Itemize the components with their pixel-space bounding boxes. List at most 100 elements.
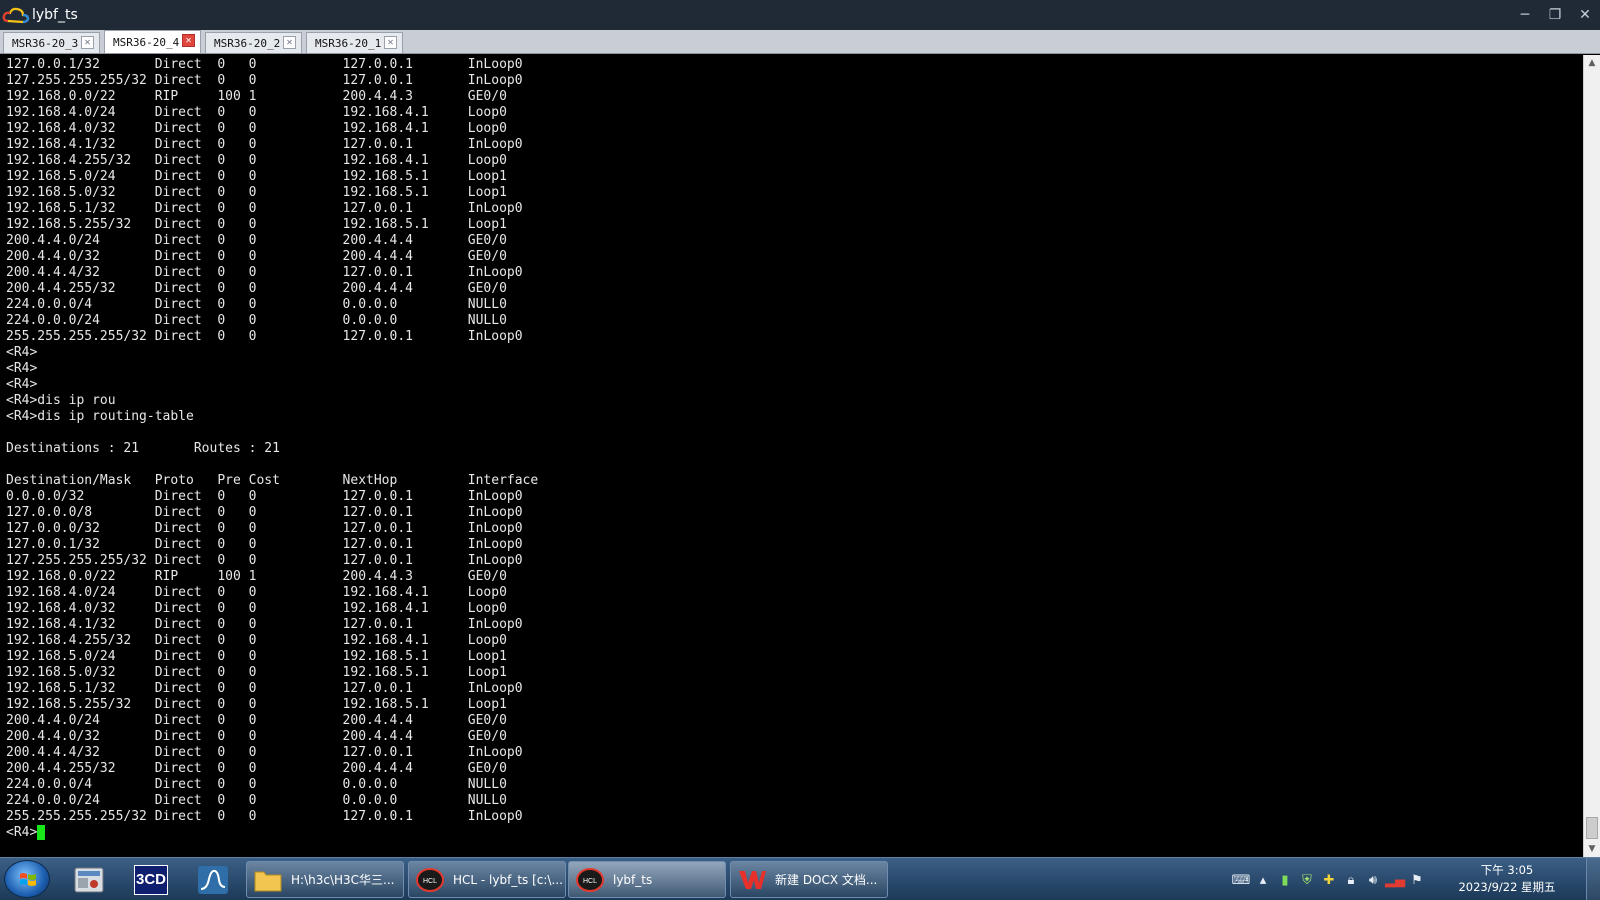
terminal-line: 192.168.5.1/32 Direct 0 0 127.0.0.1 InLo… xyxy=(6,201,523,216)
windows-logo-icon xyxy=(20,873,36,886)
session-tab-bar: MSR36-20_3 ✕ MSR36-20_4 ✕ MSR36-20_2 ✕ M… xyxy=(0,30,1600,54)
terminal-line: <R4> xyxy=(6,377,38,392)
terminal-cursor xyxy=(37,825,46,840)
svg-text:HCL: HCL xyxy=(583,878,597,885)
terminal-prompt: <R4> xyxy=(6,825,38,840)
terminal-line: 224.0.0.0/4 Direct 0 0 0.0.0.0 NULL0 xyxy=(6,777,507,792)
windows-taskbar: 3CD H:\h3c\H3C华三... HCL HCL - lybf_ts [c… xyxy=(0,857,1600,900)
terminal-line: <R4>dis ip routing-table xyxy=(6,409,194,424)
taskbar-clock[interactable]: 下午 3:05 2023/9/22 星期五 xyxy=(1452,862,1562,896)
terminal-line: 200.4.4.255/32 Direct 0 0 200.4.4.4 GE0/… xyxy=(6,761,507,776)
security-shield-icon[interactable]: ⛨ xyxy=(1296,870,1318,890)
3cd-daemon-pin[interactable]: 3CD xyxy=(124,861,178,898)
terminal-line: 192.168.5.0/32 Direct 0 0 192.168.5.1 Lo… xyxy=(6,185,507,200)
minimize-button[interactable]: ─ xyxy=(1510,0,1540,30)
lock-icon[interactable]: 🔒︎ xyxy=(1340,870,1362,890)
hcl-icon: HCL xyxy=(576,867,604,892)
tab-close-icon[interactable]: ✕ xyxy=(283,36,296,49)
terminal-line: 200.4.4.4/32 Direct 0 0 127.0.0.1 InLoop… xyxy=(6,745,523,760)
terminal-line: 127.255.255.255/32 Direct 0 0 127.0.0.1 … xyxy=(6,553,523,568)
close-button[interactable]: ✕ xyxy=(1570,0,1600,30)
terminal-line: 255.255.255.255/32 Direct 0 0 127.0.0.1 … xyxy=(6,329,523,344)
terminal-line: 192.168.5.0/32 Direct 0 0 192.168.5.1 Lo… xyxy=(6,665,507,680)
terminal-line: 200.4.4.0/32 Direct 0 0 200.4.4.4 GE0/0 xyxy=(6,249,507,264)
terminal-line: 192.168.5.255/32 Direct 0 0 192.168.5.1 … xyxy=(6,697,507,712)
add-service-icon[interactable]: ✚ xyxy=(1318,870,1340,890)
terminal-line: 255.255.255.255/32 Direct 0 0 127.0.0.1 … xyxy=(6,809,523,824)
wireshark-icon xyxy=(198,865,228,894)
terminal-line: 192.168.4.0/32 Direct 0 0 192.168.4.1 Lo… xyxy=(6,601,507,616)
volume-icon[interactable]: 🔊︎ xyxy=(1362,870,1384,890)
terminal-line: Destinations : 21 Routes : 21 xyxy=(6,441,280,456)
clock-date: 2023/9/22 星期五 xyxy=(1458,880,1556,894)
taskbar-item-label: 新建 DOCX 文档... xyxy=(775,873,878,887)
taskbar-item-hcl[interactable]: HCL HCL - lybf_ts [c:\... xyxy=(408,861,566,898)
terminal-line: 200.4.4.0/24 Direct 0 0 200.4.4.4 GE0/0 xyxy=(6,233,507,248)
control-panel-icon xyxy=(74,867,104,892)
terminal-line: 127.0.0.0/32 Direct 0 0 127.0.0.1 InLoop… xyxy=(6,521,523,536)
keyboard-icon[interactable]: ⌨ xyxy=(1230,870,1252,890)
window-title: lybf_ts xyxy=(32,7,78,23)
cloud-logo-icon xyxy=(2,5,30,25)
window-controls: ─ ❐ ✕ xyxy=(1510,0,1600,30)
terminal-line: 192.168.5.0/24 Direct 0 0 192.168.5.1 Lo… xyxy=(6,649,507,664)
wps-icon xyxy=(739,870,766,889)
terminal-line: 192.168.0.0/22 RIP 100 1 200.4.4.3 GE0/0 xyxy=(6,89,507,104)
show-desktop-button[interactable] xyxy=(1586,858,1600,900)
terminal-line: <R4> xyxy=(6,345,38,360)
taskbar-item-label: HCL - lybf_ts [c:\... xyxy=(453,872,563,887)
terminal-line: 192.168.4.0/24 Direct 0 0 192.168.4.1 Lo… xyxy=(6,105,507,120)
taskbar-item-lybf-ts[interactable]: HCL lybf_ts xyxy=(568,861,726,898)
usb-device-icon[interactable]: ▮ xyxy=(1274,870,1296,890)
tab-msr36-20-3[interactable]: MSR36-20_3 ✕ xyxy=(3,32,100,53)
scroll-down-arrow-icon[interactable]: ▼ xyxy=(1584,841,1600,857)
terminal-line: 200.4.4.4/32 Direct 0 0 127.0.0.1 InLoop… xyxy=(6,265,523,280)
terminal-line: 192.168.4.255/32 Direct 0 0 192.168.4.1 … xyxy=(6,153,507,168)
terminal-line: 192.168.0.0/22 RIP 100 1 200.4.4.3 GE0/0 xyxy=(6,569,507,584)
tab-close-icon[interactable]: ✕ xyxy=(182,34,195,47)
terminal-line: <R4>dis ip rou xyxy=(6,393,116,408)
terminal-line: 200.4.4.255/32 Direct 0 0 200.4.4.4 GE0/… xyxy=(6,281,507,296)
tab-close-icon[interactable]: ✕ xyxy=(384,36,397,49)
scrollbar-thumb[interactable] xyxy=(1586,817,1598,839)
terminal-line: 224.0.0.0/24 Direct 0 0 0.0.0.0 NULL0 xyxy=(6,313,507,328)
terminal-line: 224.0.0.0/4 Direct 0 0 0.0.0.0 NULL0 xyxy=(6,297,507,312)
tab-msr36-20-2[interactable]: MSR36-20_2 ✕ xyxy=(205,32,302,53)
tab-msr36-20-1[interactable]: MSR36-20_1 ✕ xyxy=(306,32,403,53)
tab-label: MSR36-20_1 xyxy=(315,36,382,50)
wireshark-pin[interactable] xyxy=(186,861,240,898)
show-hidden-icons-icon[interactable]: ▴ xyxy=(1252,870,1274,890)
restore-button[interactable]: ❐ xyxy=(1540,0,1570,30)
terminal-line: 0.0.0.0/32 Direct 0 0 127.0.0.1 InLoop0 xyxy=(6,489,523,504)
terminal-line: Destination/Mask Proto Pre Cost NextHop … xyxy=(6,473,539,488)
tab-label: MSR36-20_2 xyxy=(214,36,281,50)
terminal-line: 127.0.0.1/32 Direct 0 0 127.0.0.1 InLoop… xyxy=(6,537,523,552)
start-button[interactable] xyxy=(4,860,50,898)
terminal-line: 200.4.4.0/24 Direct 0 0 200.4.4.4 GE0/0 xyxy=(6,713,507,728)
tab-close-icon[interactable]: ✕ xyxy=(81,36,94,49)
tab-msr36-20-4[interactable]: MSR36-20_4 ✕ xyxy=(104,30,201,53)
control-panel-pin[interactable] xyxy=(62,861,116,898)
terminal-line: <R4> xyxy=(6,361,38,376)
scroll-up-arrow-icon[interactable]: ▲ xyxy=(1584,55,1600,71)
terminal-line: 192.168.4.1/32 Direct 0 0 127.0.0.1 InLo… xyxy=(6,617,523,632)
system-tray: ⌨ ▴ ▮ ⛨ ✚ 🔒︎ 🔊︎ ▂▄ ⚑ xyxy=(1230,868,1428,892)
clock-time: 下午 3:05 xyxy=(1480,863,1534,877)
taskbar-item-label: lybf_ts xyxy=(613,872,653,887)
terminal-scrollbar[interactable]: ▲ ▼ xyxy=(1583,55,1600,857)
taskbar-item-label: H:\h3c\H3C华三... xyxy=(291,873,395,887)
taskbar-item-folder[interactable]: H:\h3c\H3C华三... xyxy=(246,861,404,898)
tab-label: MSR36-20_4 xyxy=(113,35,180,49)
notification-flag-icon[interactable]: ⚑ xyxy=(1406,870,1428,890)
terminal-line: 192.168.5.255/32 Direct 0 0 192.168.5.1 … xyxy=(6,217,507,232)
terminal-line: 200.4.4.0/32 Direct 0 0 200.4.4.4 GE0/0 xyxy=(6,729,507,744)
terminal-output[interactable]: 127.0.0.1/32 Direct 0 0 127.0.0.1 InLoop… xyxy=(0,55,1583,857)
hcl-icon: HCL xyxy=(416,867,444,892)
terminal-prompt-line[interactable]: <R4> xyxy=(6,825,1583,841)
network-signal-icon[interactable]: ▂▄ xyxy=(1384,870,1406,890)
terminal-line: 192.168.4.1/32 Direct 0 0 127.0.0.1 InLo… xyxy=(6,137,523,152)
taskbar-item-wps[interactable]: 新建 DOCX 文档... xyxy=(730,861,888,898)
folder-icon xyxy=(254,871,282,891)
svg-text:HCL: HCL xyxy=(423,878,437,885)
